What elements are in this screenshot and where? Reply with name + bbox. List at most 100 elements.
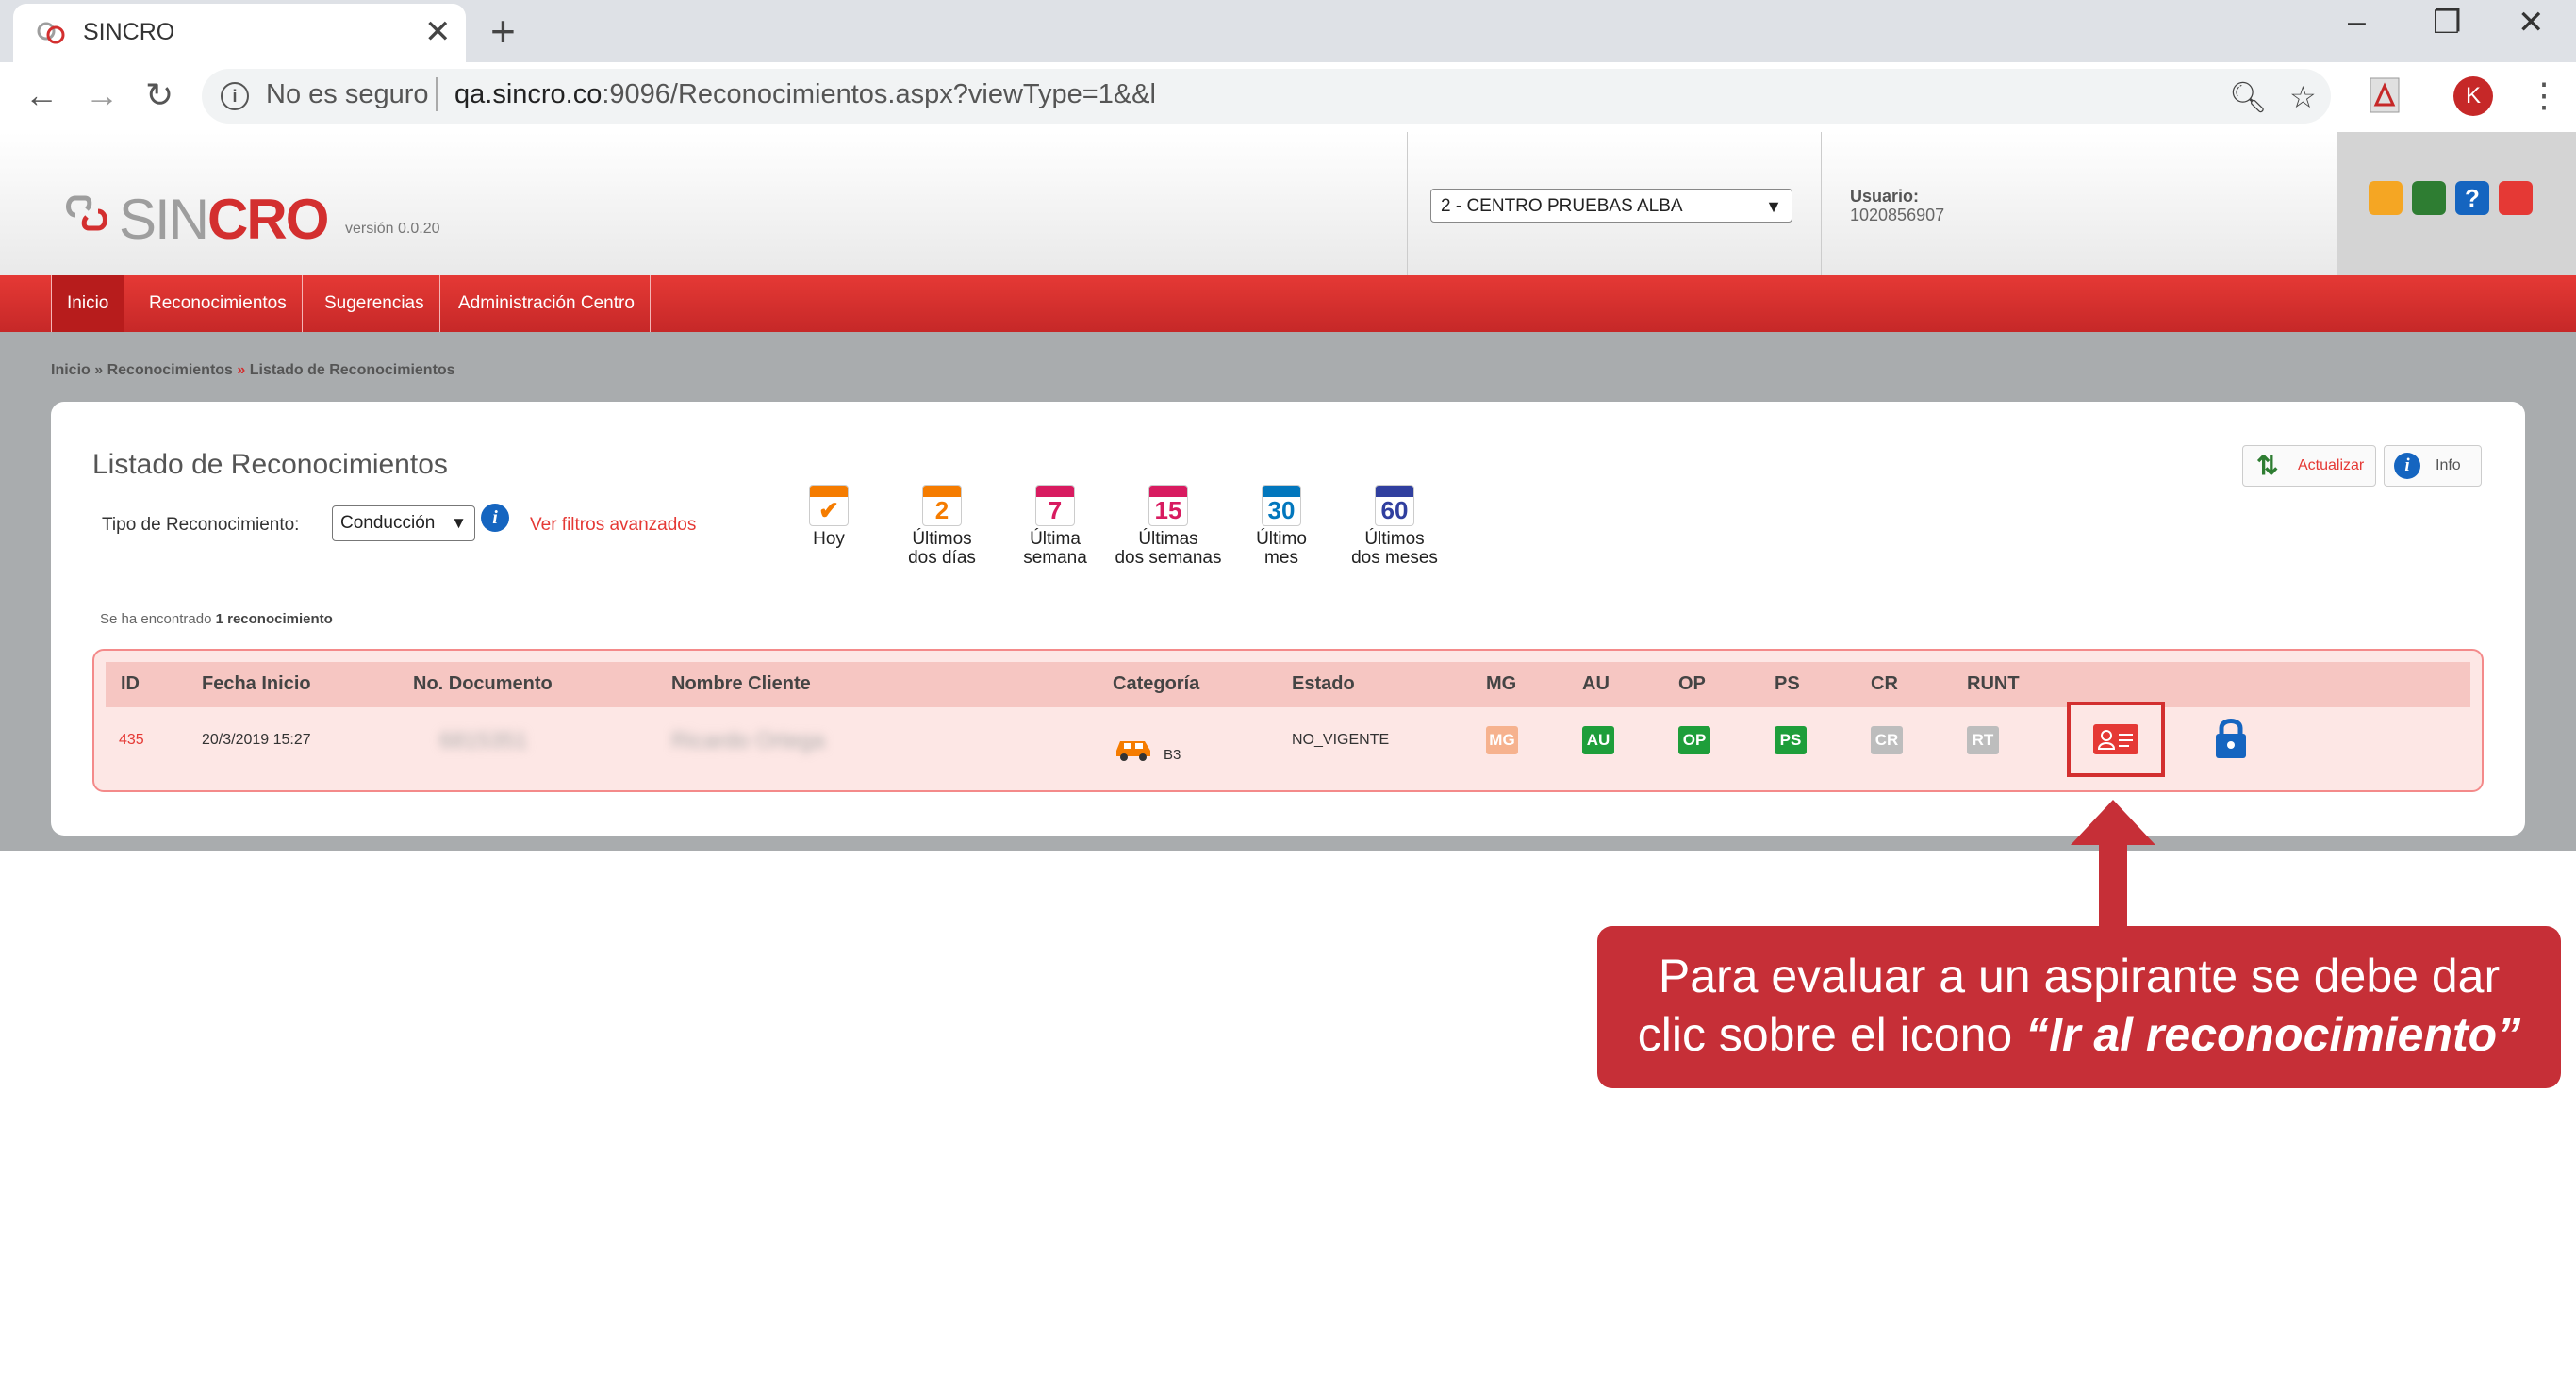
filter-last-week[interactable]: 7 Última semana — [994, 485, 1116, 568]
column-header-documento[interactable]: No. Documento — [413, 673, 553, 695]
tipo-select-value: Conducción — [340, 513, 436, 533]
app-header: SINCRO versión 0.0.20 — [0, 132, 2576, 275]
tipo-reconocimiento-select[interactable]: Conducción ▼ — [332, 505, 475, 541]
chevron-down-icon: ▼ — [451, 514, 467, 532]
filter-label: dos meses — [1351, 548, 1438, 568]
tipo-label: Tipo de Reconocimiento: — [102, 515, 300, 535]
filter-today[interactable]: ✔ Hoy — [768, 485, 890, 549]
refresh-label: Actualizar — [2298, 457, 2365, 473]
help-icon[interactable]: ? — [2455, 181, 2489, 215]
calendar-icon: ✔ — [809, 485, 849, 526]
settings-icon[interactable] — [2412, 181, 2446, 215]
breadcrumb-current: Listado de Reconocimientos — [249, 362, 455, 378]
info-icon[interactable]: i — [481, 504, 509, 532]
cell-cliente: Ricardo Ortega — [671, 728, 825, 753]
menu-icon[interactable]: ⋮ — [2527, 75, 2561, 115]
tab-title: SINCRO — [83, 19, 175, 45]
app-version: versión 0.0.20 — [345, 221, 440, 237]
logout-icon[interactable] — [2499, 181, 2533, 215]
filter-label: Últimos — [912, 529, 972, 549]
badge-runt[interactable]: RT — [1967, 726, 1999, 754]
column-header-mg: MG — [1486, 673, 1517, 694]
badge-au[interactable]: AU — [1582, 726, 1614, 754]
browser-toolbar: ← → ↻ i No es seguro qa.sincro.co:9096/R… — [0, 62, 2576, 133]
site-info-icon[interactable]: i — [221, 82, 249, 110]
header-tools: ? — [2337, 132, 2576, 275]
column-header-cr: CR — [1871, 673, 1898, 694]
url-text[interactable]: qa.sincro.co:9096/Reconocimientos.aspx?v… — [454, 79, 1156, 110]
close-icon[interactable]: ✕ — [2518, 4, 2545, 41]
browser-tab[interactable]: SINCRO ✕ — [13, 4, 466, 62]
reload-icon[interactable]: ↻ — [145, 75, 173, 115]
zoom-icon[interactable]: 🔍︎ — [2229, 79, 2268, 115]
notes-icon[interactable] — [2369, 181, 2403, 215]
menu-administracion-centro[interactable]: Administración Centro — [443, 275, 651, 332]
tab-close-icon[interactable]: ✕ — [424, 13, 452, 51]
menu-sugerencias[interactable]: Sugerencias — [309, 275, 440, 332]
refresh-button[interactable]: ⇅ Actualizar — [2242, 445, 2376, 487]
browser-tab-bar: SINCRO ✕ + – ❐ ✕ — [0, 0, 2576, 62]
filter-label: semana — [1023, 548, 1087, 568]
filter-last-two-weeks[interactable]: 15 Últimas dos semanas — [1107, 485, 1230, 568]
star-icon[interactable]: ☆ — [2289, 79, 2317, 115]
refresh-icon: ⇅ — [2256, 451, 2279, 480]
callout-line-2: clic sobre el icono — [1637, 1008, 2026, 1061]
pdf-extension-icon[interactable] — [2369, 76, 2401, 114]
user-info: Usuario: 1020856907 — [1850, 187, 1944, 224]
badge-ps[interactable]: PS — [1775, 726, 1807, 754]
column-header-cliente[interactable]: Nombre Cliente — [671, 673, 811, 695]
filter-label: Último — [1256, 529, 1307, 549]
breadcrumb-home[interactable]: Inicio — [51, 362, 91, 378]
center-select-value: 2 - CENTRO PRUEBAS ALBA — [1441, 196, 1683, 216]
menu-reconocimientos[interactable]: Reconocimientos — [134, 275, 303, 332]
restore-icon[interactable]: ❐ — [2433, 4, 2461, 41]
logo-sin: SIN — [119, 188, 209, 251]
breadcrumb: Inicio » Reconocimientos » Listado de Re… — [51, 362, 455, 379]
calendar-icon: 2 — [922, 485, 962, 526]
new-tab-icon[interactable]: + — [490, 6, 516, 57]
info-button[interactable]: i Info — [2384, 445, 2482, 487]
results-prefix: Se ha encontrado — [100, 611, 216, 627]
badge-op[interactable]: OP — [1678, 726, 1710, 754]
column-header-id[interactable]: ID — [121, 673, 140, 695]
callout-line-1: Para evaluar a un aspirante se debe dar — [1658, 950, 2501, 1002]
filter-label: Última — [1030, 529, 1081, 549]
calendar-icon: 60 — [1375, 485, 1414, 526]
filter-last-two-months[interactable]: 60 Últimos dos meses — [1333, 485, 1456, 568]
filter-last-two-days[interactable]: 2 Últimos dos días — [881, 485, 1003, 568]
cell-id[interactable]: 435 — [119, 732, 144, 749]
calendar-icon: 30 — [1262, 485, 1301, 526]
ir-al-reconocimiento-button[interactable] — [2067, 702, 2165, 777]
lock-icon[interactable] — [2212, 717, 2250, 760]
results-number: 1 reconocimiento — [215, 611, 333, 627]
cell-categoria: B3 — [1164, 747, 1181, 763]
cell-fecha: 20/3/2019 15:27 — [202, 732, 311, 748]
breadcrumb-reconocimientos[interactable]: Reconocimientos — [107, 362, 233, 378]
filter-label: Últimos — [1364, 529, 1425, 549]
menu-inicio[interactable]: Inicio — [51, 275, 125, 332]
center-selector-box: 2 - CENTRO PRUEBAS ALBA ▼ — [1407, 132, 1822, 275]
car-icon — [1116, 741, 1150, 761]
id-card-icon — [2093, 724, 2138, 754]
column-header-categoria[interactable]: Categoría — [1113, 673, 1199, 695]
advanced-filters-link[interactable]: Ver filtros avanzados — [530, 515, 696, 536]
url-host: qa.sincro.co — [454, 79, 603, 109]
breadcrumb-separator: » — [94, 362, 104, 378]
security-status: No es seguro — [266, 79, 429, 109]
url-separator — [436, 77, 438, 111]
info-label: Info — [2436, 457, 2461, 473]
profile-avatar[interactable]: K — [2453, 76, 2493, 116]
column-header-fecha[interactable]: Fecha Inicio — [202, 673, 311, 695]
main-menu: Inicio Reconocimientos Sugerencias Admin… — [0, 275, 2576, 332]
filter-last-month[interactable]: 30 Último mes — [1220, 485, 1343, 568]
center-select[interactable]: 2 - CENTRO PRUEBAS ALBA ▼ — [1430, 189, 1792, 223]
cell-estado: NO_VIGENTE — [1292, 732, 1390, 748]
minimize-icon[interactable]: – — [2348, 4, 2366, 41]
sincro-favicon-icon — [37, 22, 65, 44]
column-header-estado[interactable]: Estado — [1292, 673, 1355, 695]
forward-icon[interactable]: → — [85, 75, 119, 115]
badge-cr[interactable]: CR — [1871, 726, 1903, 754]
back-icon[interactable]: ← — [25, 75, 58, 115]
column-header-op: OP — [1678, 673, 1706, 694]
badge-mg[interactable]: MG — [1486, 726, 1518, 754]
